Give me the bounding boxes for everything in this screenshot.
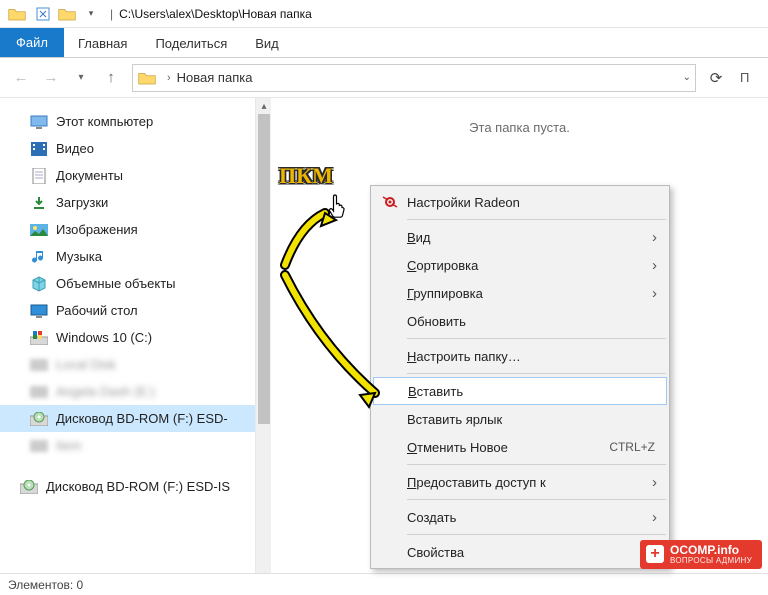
nav-forward-button[interactable]: →: [38, 65, 64, 91]
tree-pictures[interactable]: Изображения: [0, 216, 255, 243]
tab-share[interactable]: Поделиться: [141, 30, 241, 57]
tree-blurred-item[interactable]: Item: [0, 432, 255, 459]
tree-desktop[interactable]: Рабочий стол: [0, 297, 255, 324]
picture-icon: [30, 221, 48, 239]
chevron-right-icon: ›: [652, 257, 657, 274]
scroll-up-icon[interactable]: ▴: [256, 98, 272, 114]
cm-separator: [407, 219, 666, 220]
tree-drive-c[interactable]: Windows 10 (C:): [0, 324, 255, 351]
cm-separator: [407, 338, 666, 339]
ribbon-tabs: Файл Главная Поделиться Вид: [0, 28, 768, 58]
empty-folder-label: Эта папка пуста.: [469, 120, 570, 135]
address-chevron-icon[interactable]: ›: [167, 72, 171, 84]
drive-icon: [30, 329, 48, 347]
tree-blurred-item[interactable]: Angela Dash (E:): [0, 378, 255, 405]
nav-up-button[interactable]: ↑: [98, 65, 124, 91]
nav-tree: Этот компьютер Видео Документы Загрузки …: [0, 98, 255, 573]
address-bar[interactable]: › Новая папка ⌄: [132, 64, 696, 92]
download-icon: [30, 194, 48, 212]
drive-icon: [30, 383, 48, 401]
address-crumb[interactable]: Новая папка: [177, 70, 253, 85]
cm-undo[interactable]: Отменить Новое CTRL+Z: [373, 433, 667, 461]
chevron-right-icon: ›: [652, 474, 657, 491]
chevron-right-icon: ›: [652, 509, 657, 526]
context-menu: Настройки Radeon Вид › Сортировка › Груп…: [370, 185, 670, 569]
drive-icon: [30, 437, 48, 455]
cm-new[interactable]: Создать ›: [373, 503, 667, 531]
cm-sort[interactable]: Сортировка ›: [373, 251, 667, 279]
tab-home[interactable]: Главная: [64, 30, 141, 57]
nav-recent-dropdown[interactable]: ▾: [68, 65, 94, 91]
cm-customize-folder[interactable]: Настроить папку…: [373, 342, 667, 370]
cm-properties[interactable]: Свойства: [373, 538, 667, 566]
nav-back-button[interactable]: ←: [8, 65, 34, 91]
chevron-right-icon: ›: [652, 285, 657, 302]
tree-blurred-item[interactable]: Local Disk: [0, 351, 255, 378]
watermark-badge: + OCOMP.info ВОПРОСЫ АДМИНУ: [640, 540, 762, 569]
chevron-right-icon: ›: [652, 229, 657, 246]
monitor-icon: [30, 113, 48, 131]
window-title: C:\Users\alex\Desktop\Новая папка: [119, 7, 312, 21]
tree-this-pc[interactable]: Этот компьютер: [0, 108, 255, 135]
tree-videos[interactable]: Видео: [0, 135, 255, 162]
tree-3d-objects[interactable]: Объемные объекты: [0, 270, 255, 297]
document-icon: [30, 167, 48, 185]
cm-refresh[interactable]: Обновить: [373, 307, 667, 335]
cursor-hand-icon: [326, 192, 350, 226]
cm-group[interactable]: Группировка ›: [373, 279, 667, 307]
tab-view[interactable]: Вид: [241, 30, 293, 57]
cm-share-access[interactable]: Предоставить доступ к ›: [373, 468, 667, 496]
window-titlebar: ▾ | C:\Users\alex\Desktop\Новая папка: [0, 0, 768, 28]
cm-separator: [407, 499, 666, 500]
cm-separator: [407, 373, 666, 374]
search-box[interactable]: П: [740, 70, 760, 85]
cube-icon: [30, 275, 48, 293]
music-icon: [30, 248, 48, 266]
tree-music[interactable]: Музыка: [0, 243, 255, 270]
refresh-button[interactable]: ⟳: [704, 66, 728, 90]
qat-newfolder-icon[interactable]: [56, 3, 78, 25]
status-item-count: Элементов: 0: [8, 578, 83, 592]
cm-separator: [407, 464, 666, 465]
cm-radeon-settings[interactable]: Настройки Radeon: [373, 188, 667, 216]
status-bar: Элементов: 0: [0, 573, 768, 595]
address-folder-icon: [137, 68, 157, 88]
nav-toolbar: ← → ▾ ↑ › Новая папка ⌄ ⟳ П: [0, 58, 768, 98]
cm-view[interactable]: Вид ›: [373, 223, 667, 251]
radeon-icon: [381, 193, 399, 211]
tab-file[interactable]: Файл: [0, 28, 64, 57]
titlebar-separator: |: [110, 7, 113, 21]
watermark-subtext: ВОПРОСЫ АДМИНУ: [670, 557, 752, 565]
cm-paste-shortcut[interactable]: Вставить ярлык: [373, 405, 667, 433]
tree-documents[interactable]: Документы: [0, 162, 255, 189]
disc-drive-icon: [20, 478, 38, 496]
titlebar-folder-icon: [6, 3, 28, 25]
qat-dropdown-icon[interactable]: ▾: [80, 3, 102, 25]
cm-paste[interactable]: Вставить: [373, 377, 667, 405]
plus-icon: +: [646, 545, 664, 563]
video-icon: [30, 140, 48, 158]
tree-bdrom-drive-2[interactable]: Дисковод BD-ROM (F:) ESD-IS: [0, 473, 255, 500]
tree-downloads[interactable]: Загрузки: [0, 189, 255, 216]
qat-properties-icon[interactable]: [32, 3, 54, 25]
tree-bdrom-drive[interactable]: Дисковод BD-ROM (F:) ESD-: [0, 405, 255, 432]
address-dropdown-icon[interactable]: ⌄: [683, 72, 691, 83]
cm-separator: [407, 534, 666, 535]
annotation-rightclick-label: ПКМ: [279, 163, 333, 189]
disc-drive-icon: [30, 410, 48, 428]
sidebar-scrollbar[interactable]: ▴: [255, 98, 271, 573]
watermark-text: OCOMP.info: [670, 543, 739, 557]
drive-icon: [30, 356, 48, 374]
scroll-thumb[interactable]: [258, 114, 270, 424]
cm-undo-shortcut: CTRL+Z: [609, 440, 655, 454]
desktop-icon: [30, 302, 48, 320]
